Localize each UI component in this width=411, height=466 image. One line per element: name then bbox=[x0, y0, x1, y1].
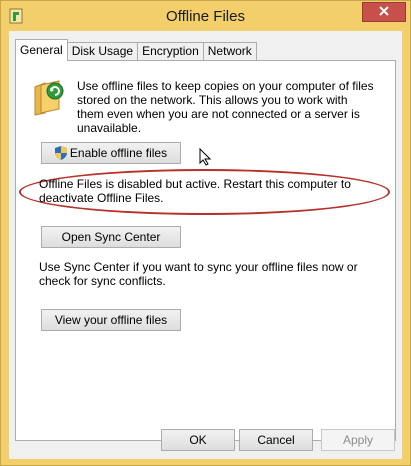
mouse-pointer-icon bbox=[199, 147, 212, 169]
apply-button[interactable]: Apply bbox=[321, 429, 395, 451]
sync-folder-icon bbox=[33, 77, 69, 117]
tab-disk-usage[interactable]: Disk Usage bbox=[66, 42, 139, 61]
view-offline-files-label: View your offline files bbox=[54, 313, 168, 327]
tab-network[interactable]: Network bbox=[202, 42, 257, 61]
view-offline-files-button[interactable]: View your offline files bbox=[41, 309, 181, 331]
enable-offline-files-label: Enable offline files bbox=[69, 146, 168, 160]
apply-label: Apply bbox=[342, 433, 374, 447]
tab-general[interactable]: General bbox=[15, 39, 68, 61]
sync-center-description: Use Sync Center if you want to sync your… bbox=[39, 260, 358, 288]
open-sync-center-label: Open Sync Center bbox=[61, 230, 161, 244]
title-bar[interactable]: Offline Files bbox=[1, 1, 410, 31]
close-button[interactable] bbox=[362, 2, 406, 22]
cancel-button[interactable]: Cancel bbox=[239, 429, 313, 451]
cancel-label: Cancel bbox=[257, 433, 295, 447]
ok-button[interactable]: OK bbox=[161, 429, 235, 451]
tab-strip: General Disk Usage Encryption Network bbox=[15, 39, 257, 61]
open-sync-center-button[interactable]: Open Sync Center bbox=[41, 226, 181, 248]
uac-shield-icon bbox=[54, 146, 67, 160]
window-title: Offline Files bbox=[166, 8, 245, 25]
ok-label: OK bbox=[189, 433, 207, 447]
dialog-window: Offline Files General Disk Usage Encrypt… bbox=[0, 0, 411, 466]
offline-files-description: Use offline files to keep copies on your… bbox=[77, 79, 374, 135]
close-icon bbox=[379, 5, 389, 19]
offline-files-status: Offline Files is disabled but active. Re… bbox=[39, 177, 351, 205]
dialog-content: General Disk Usage Encryption Network Us… bbox=[9, 31, 402, 459]
tab-encryption[interactable]: Encryption bbox=[137, 42, 204, 61]
enable-offline-files-button[interactable]: Enable offline files bbox=[41, 142, 181, 164]
